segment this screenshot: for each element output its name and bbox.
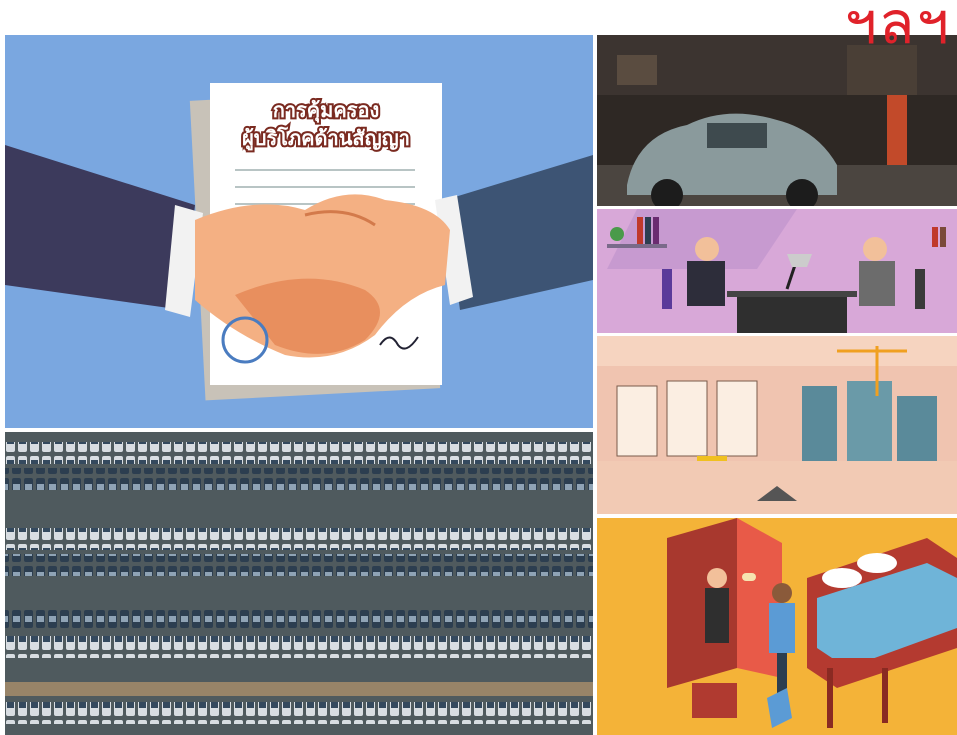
handshake-illustration: การคุ้มครอง ผู้บริโภคด้านสัญญา xyxy=(5,35,593,428)
business-meeting-illustration xyxy=(597,209,957,333)
vintage-car-in-garage-photo xyxy=(597,35,957,206)
aerial-parking-lot-photo xyxy=(5,432,593,735)
brand-logo: ฯลฯ xyxy=(844,0,951,57)
construction-illustration xyxy=(597,336,957,514)
construction-site-illustration xyxy=(597,336,957,514)
garage-photo xyxy=(597,35,957,206)
document-title-line1: การคุ้มครอง xyxy=(273,98,380,123)
document-title-line2: ผู้บริโภคด้านสัญญา xyxy=(242,126,410,152)
handshake-panel: การคุ้มครอง ผู้บริโภคด้านสัญญา xyxy=(5,35,593,428)
parking-lot-photo xyxy=(5,432,593,735)
hotel-illustration xyxy=(597,518,957,735)
hotel-room-check-in-illustration xyxy=(597,518,957,735)
office-meeting-illustration xyxy=(597,209,957,333)
